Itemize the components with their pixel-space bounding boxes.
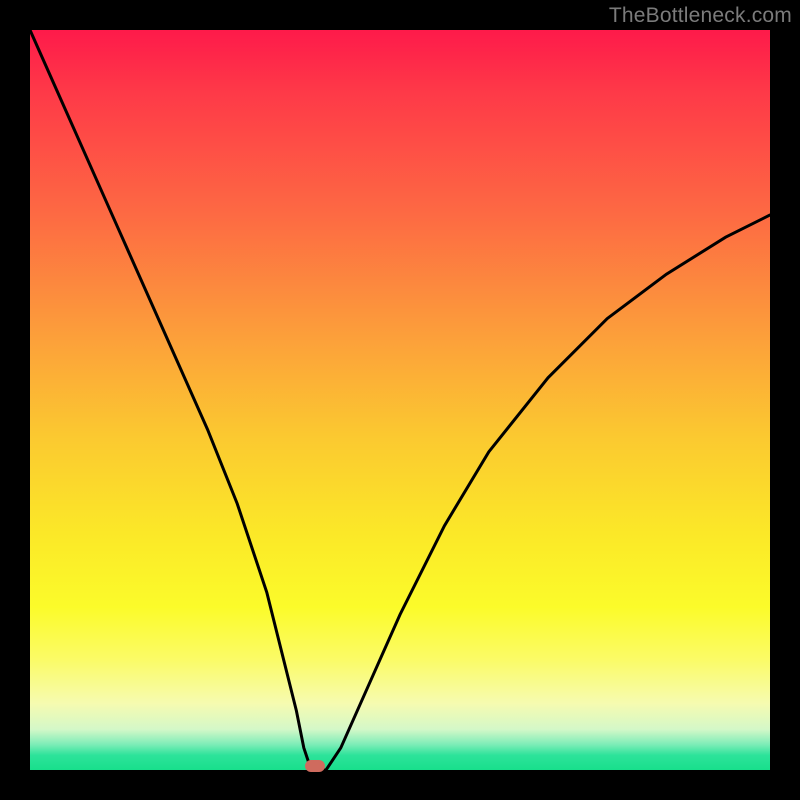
plot-area [30,30,770,770]
curve-path [30,30,770,770]
bottleneck-curve [30,30,770,770]
watermark-text: TheBottleneck.com [609,4,792,28]
chart-frame: TheBottleneck.com [0,0,800,800]
min-point-marker [305,760,325,772]
